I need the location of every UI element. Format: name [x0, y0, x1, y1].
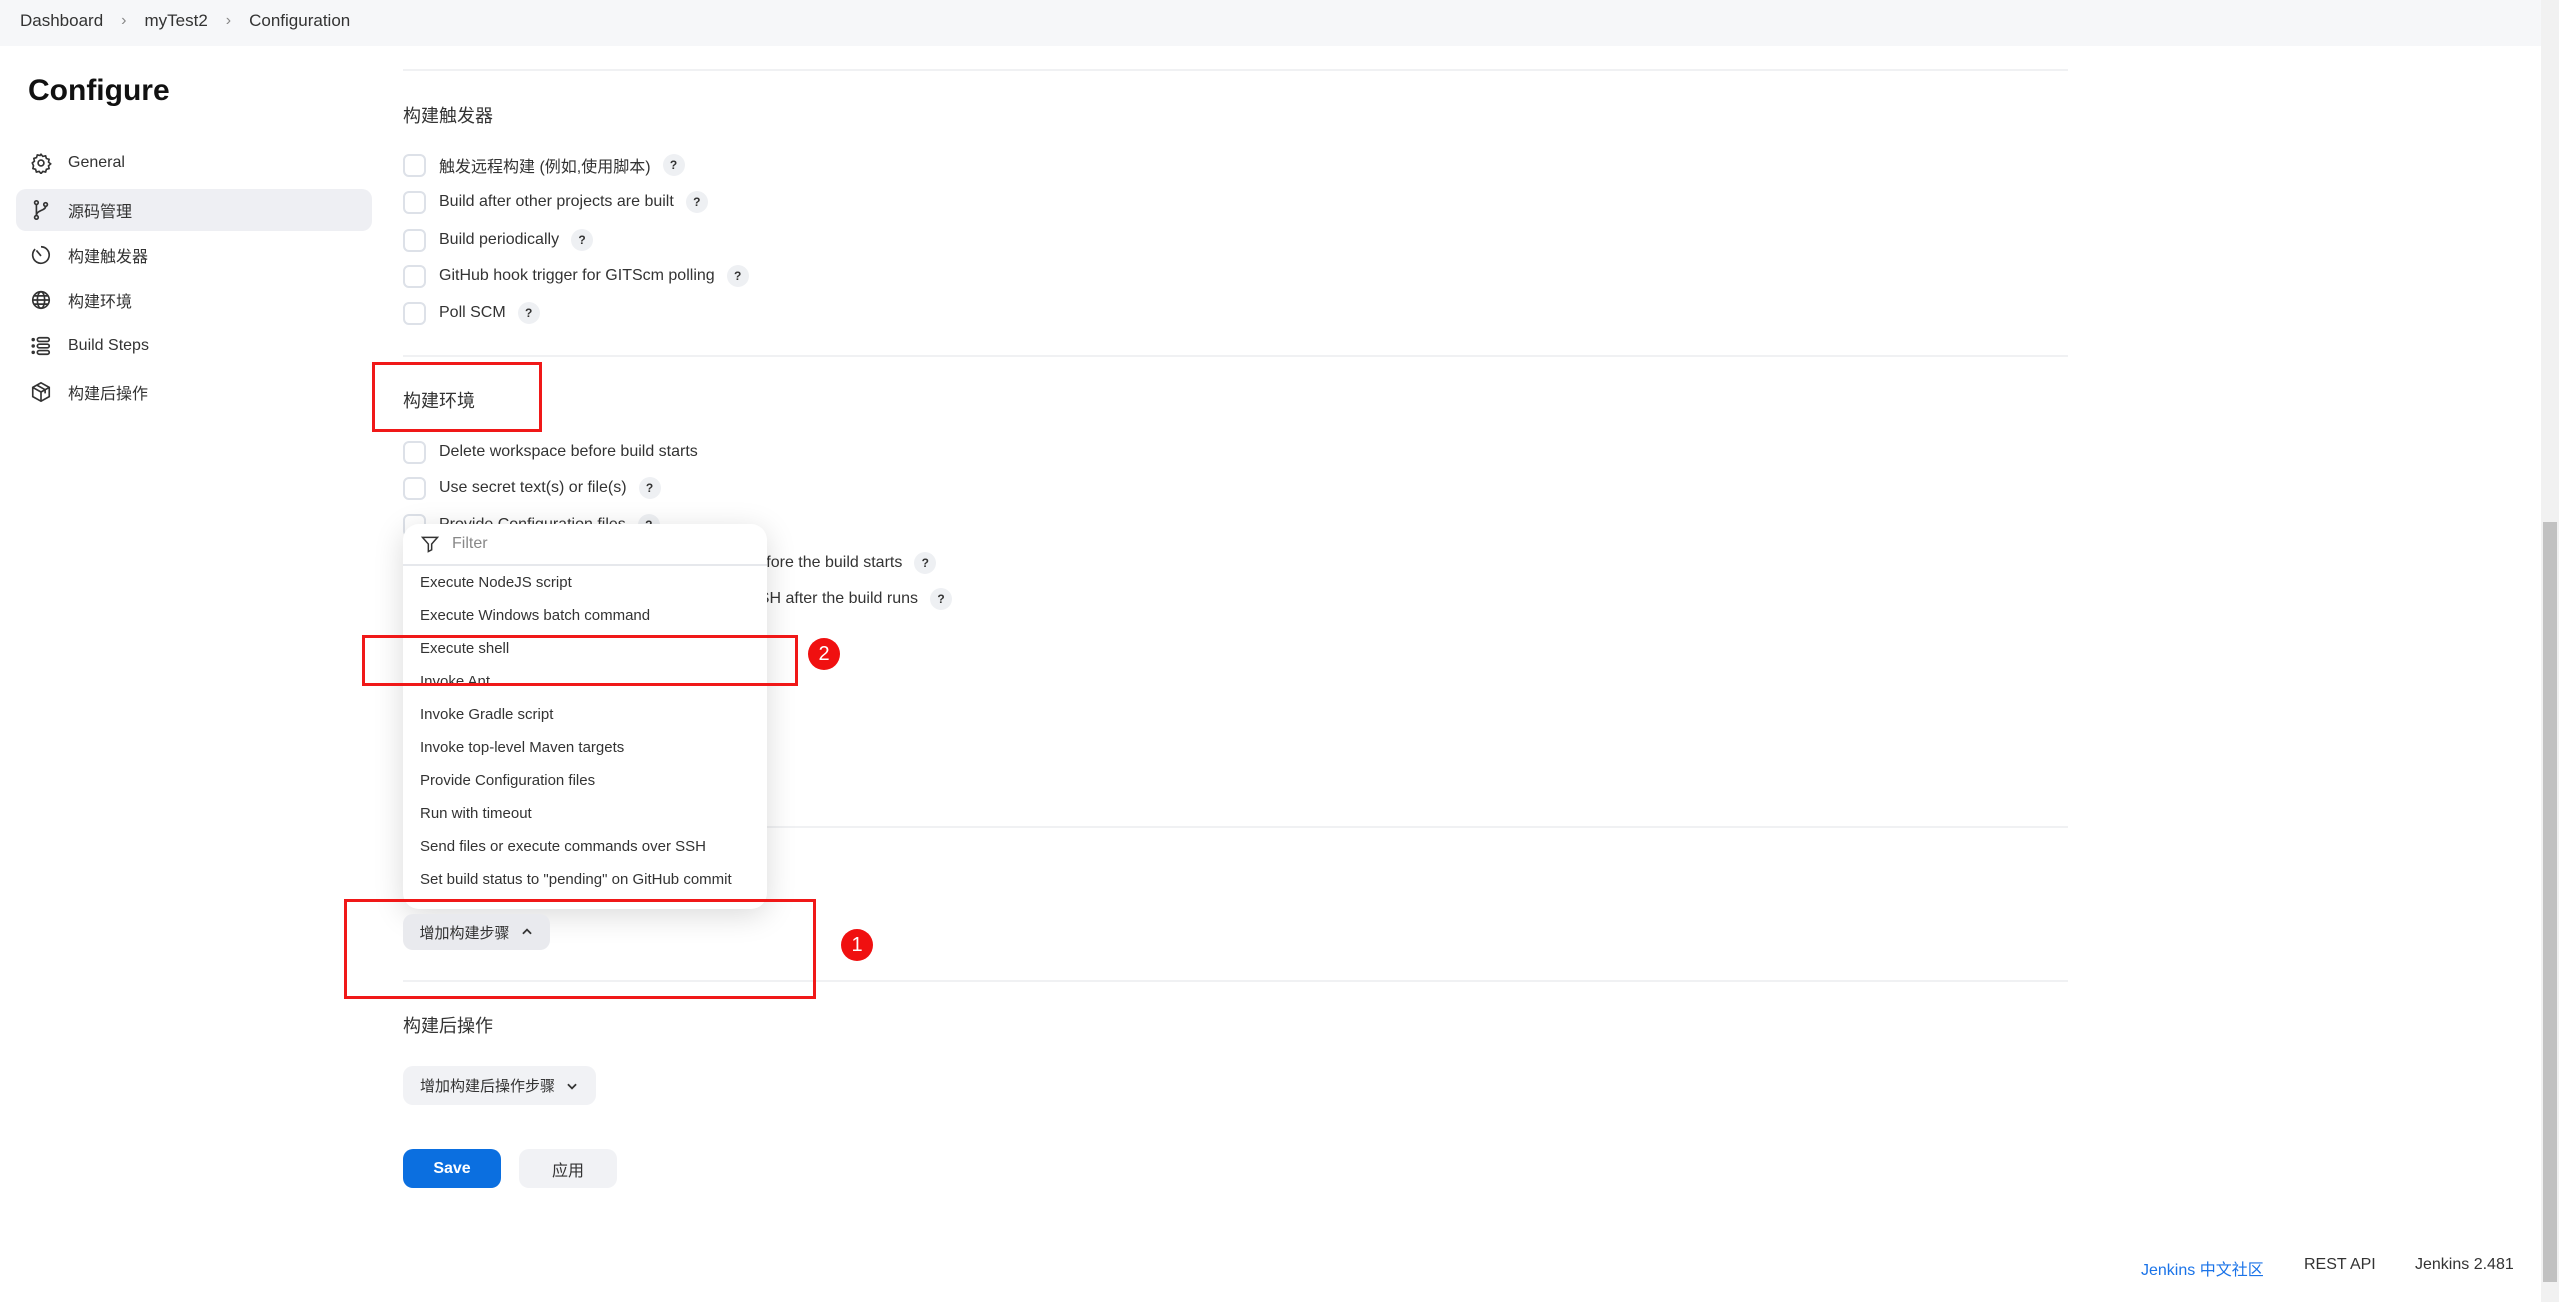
sidebar-item-environment[interactable]: 构建环境: [16, 279, 372, 321]
breadcrumb-configuration[interactable]: Configuration: [249, 11, 350, 31]
menu-item[interactable]: Invoke top-level Maven targets: [403, 731, 767, 764]
trigger-option[interactable]: GitHub hook trigger for GITScm polling?: [403, 263, 749, 289]
checkbox[interactable]: [403, 228, 426, 252]
globe-icon: [31, 290, 51, 310]
menu-item[interactable]: Provide Configuration files: [403, 764, 767, 797]
help-icon[interactable]: ?: [662, 154, 685, 176]
help-icon[interactable]: ?: [726, 265, 749, 287]
option-label: Delete workspace before build starts: [439, 443, 698, 460]
option-label: Build after other projects are built: [439, 193, 674, 210]
filter-icon: [420, 536, 440, 553]
top-bar: [0, 0, 2541, 46]
breadcrumb-project[interactable]: myTest2: [145, 11, 208, 31]
filter-placeholder: Filter: [452, 535, 488, 552]
footer-rest-api-link[interactable]: REST API: [2304, 1256, 2376, 1274]
save-button[interactable]: Save: [403, 1149, 501, 1188]
list-icon: [31, 336, 51, 356]
menu-item[interactable]: Invoke Gradle script: [403, 698, 767, 731]
annotation-badge-2: 2: [808, 638, 840, 670]
checkbox[interactable]: [403, 476, 426, 500]
sidebar-item-triggers[interactable]: 构建触发器: [16, 234, 372, 276]
menu-item[interactable]: Send files or execute commands over SSH: [403, 830, 767, 863]
timer-icon: [31, 245, 50, 265]
menu-item[interactable]: Execute Windows batch command: [403, 599, 767, 632]
sidebar-item-label: 构建环境: [68, 294, 133, 311]
checkbox[interactable]: [403, 440, 426, 464]
annotation-box-environment: [372, 362, 542, 432]
help-icon[interactable]: ?: [571, 229, 594, 251]
add-build-step-menu: Filter Execute NodeJS script Execute Win…: [403, 524, 767, 909]
divider: [403, 355, 2068, 357]
annotation-box-execute-shell: [362, 635, 798, 686]
divider: [403, 69, 2068, 71]
annotation-badge-1: 1: [841, 929, 873, 961]
add-post-build-step-button[interactable]: 增加构建后操作步骤: [403, 1066, 596, 1105]
sidebar-item-general[interactable]: General: [16, 142, 372, 184]
sidebar-item-label: 构建后操作: [68, 386, 149, 403]
annotation-box-add-step: [344, 899, 816, 999]
breadcrumb: Dashboard › myTest2 › Configuration: [20, 11, 350, 31]
branch-icon: [33, 200, 49, 220]
help-icon[interactable]: ?: [930, 588, 952, 610]
sidebar-item-label: 源码管理: [68, 204, 133, 221]
sidebar-item-label: 构建触发器: [68, 249, 149, 266]
menu-item[interactable]: Run with timeout: [403, 797, 767, 830]
footer-version[interactable]: Jenkins 2.481: [2415, 1256, 2514, 1274]
button-label: 增加构建后操作步骤: [419, 1078, 555, 1095]
filter-input[interactable]: Filter: [403, 524, 767, 566]
sidebar-item-post-build[interactable]: 构建后操作: [16, 371, 372, 413]
footer-community-link[interactable]: Jenkins 中文社区: [2141, 1256, 2264, 1280]
checkbox[interactable]: [403, 264, 426, 288]
option-label: 触发远程构建 (例如,使用脚本): [439, 159, 651, 176]
option-label: Poll SCM: [439, 304, 506, 321]
breadcrumb-dashboard[interactable]: Dashboard: [20, 11, 103, 31]
apply-button[interactable]: 应用: [519, 1149, 617, 1188]
option-label: Build periodically: [439, 231, 560, 248]
env-option[interactable]: Use secret text(s) or file(s)?: [403, 475, 661, 501]
chevron-right-icon: ›: [121, 12, 127, 29]
checkbox[interactable]: [403, 190, 426, 214]
sidebar-item-label: General: [68, 154, 125, 171]
trigger-option[interactable]: 触发远程构建 (例如,使用脚本)?: [403, 152, 685, 178]
scrollbar-thumb[interactable]: [2543, 522, 2557, 1282]
menu-item[interactable]: Execute NodeJS script: [403, 566, 767, 599]
env-option[interactable]: Delete workspace before build starts: [403, 439, 698, 465]
trigger-option[interactable]: Build periodically?: [403, 227, 594, 253]
help-icon[interactable]: ?: [517, 302, 540, 324]
checkbox[interactable]: [403, 153, 426, 177]
package-icon: [31, 381, 51, 403]
gear-icon: [31, 152, 52, 174]
option-label: Use secret text(s) or file(s): [439, 479, 627, 496]
trigger-option[interactable]: Build after other projects are built?: [403, 189, 708, 215]
option-label: GitHub hook trigger for GITScm polling: [439, 267, 715, 284]
checkbox[interactable]: [403, 301, 426, 325]
help-icon[interactable]: ?: [638, 477, 661, 499]
help-icon[interactable]: ?: [914, 552, 937, 574]
chevron-down-icon: [567, 1083, 577, 1090]
chevron-right-icon: ›: [225, 12, 232, 29]
sidebar-item-scm[interactable]: 源码管理: [16, 189, 372, 231]
help-icon[interactable]: ?: [685, 191, 708, 213]
sidebar-item-label: Build Steps: [68, 337, 149, 354]
sidebar-item-build-steps[interactable]: Build Steps: [16, 325, 372, 367]
section-heading-triggers: 构建触发器: [403, 106, 493, 126]
menu-item[interactable]: Set build status to "pending" on GitHub …: [403, 863, 767, 896]
section-heading-post-build: 构建后操作: [403, 1016, 493, 1036]
trigger-option[interactable]: Poll SCM?: [403, 300, 540, 326]
page-title: Configure: [28, 74, 170, 107]
